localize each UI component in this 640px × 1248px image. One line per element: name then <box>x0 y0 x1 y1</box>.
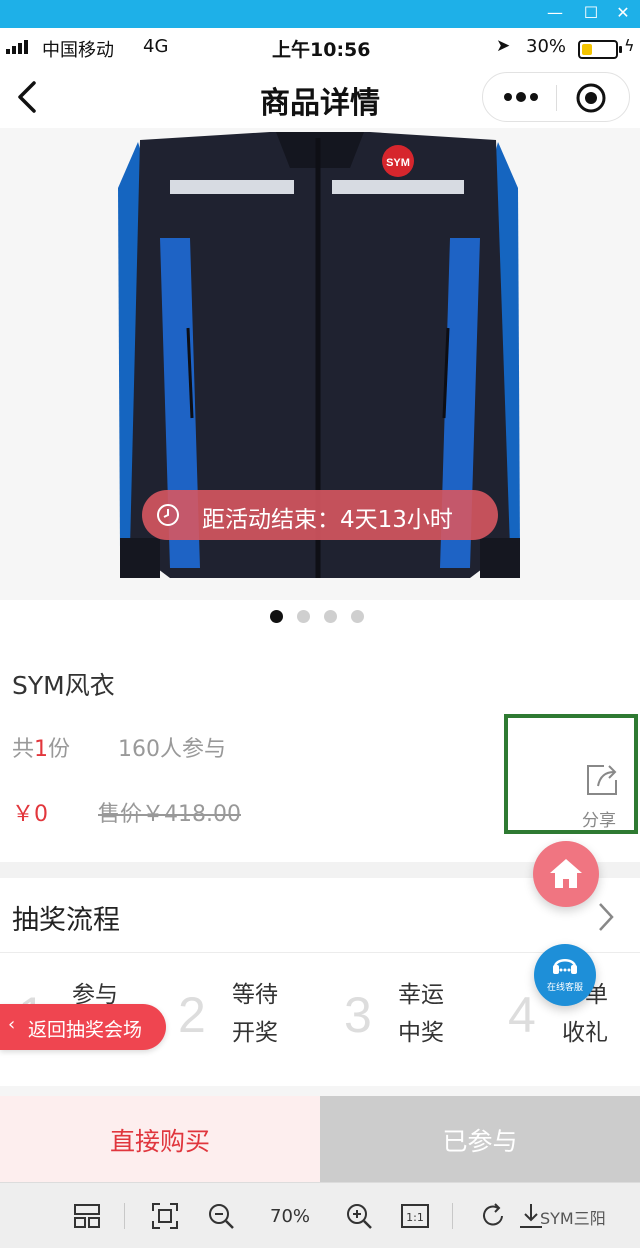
carousel-dot[interactable] <box>351 610 364 623</box>
buy-now-label: 直接购买 <box>109 1127 210 1156</box>
step-line-2: 开奖 <box>232 1020 278 1046</box>
step-line-1: 等待 <box>232 982 278 1008</box>
carrier-name: 中国移动 <box>42 40 114 61</box>
battery-percent: 30% <box>526 36 567 57</box>
back-to-venue-label: 返回抽奖会场 <box>28 1019 143 1041</box>
actual-size-icon[interactable]: 1:1 <box>400 1201 430 1231</box>
clock-icon <box>157 504 179 526</box>
product-image-carousel[interactable]: SYM 距活动结束：4天13小时 <box>0 128 640 600</box>
step-line-2: 收礼 <box>562 1020 608 1046</box>
close-icon[interactable]: ✕ <box>612 2 634 24</box>
chevron-left-icon: ‹ <box>8 1014 16 1035</box>
battery-level <box>582 44 592 55</box>
status-time: 上午10:56 <box>272 39 371 61</box>
zoom-in-icon[interactable] <box>344 1201 374 1231</box>
product-name: SYM风衣 <box>12 671 115 700</box>
current-price: ￥0 <box>12 802 48 827</box>
carousel-dots <box>270 610 364 623</box>
quantity-info: 共1份 <box>12 737 71 762</box>
thumbnails-icon[interactable] <box>72 1201 102 1231</box>
participant-count: 160人参与 <box>118 737 226 762</box>
network-type: 4G <box>143 36 169 57</box>
joined-button[interactable]: 已参与 <box>320 1096 640 1182</box>
buy-now-button[interactable]: 直接购买 <box>0 1096 320 1182</box>
back-to-venue-button[interactable]: ‹ 返回抽奖会场 <box>0 1004 166 1050</box>
online-service-button[interactable]: 在线客服 <box>534 944 596 1006</box>
step-line-1: 幸运 <box>398 982 444 1008</box>
home-button[interactable] <box>533 841 599 907</box>
step-number: 4 <box>508 987 536 1043</box>
lottery-process-title[interactable]: 抽奖流程 <box>12 898 120 937</box>
svg-text:SYM: SYM <box>386 157 410 169</box>
zoom-out-icon[interactable] <box>206 1201 236 1231</box>
countdown-banner: 距活动结束：4天13小时 <box>142 490 498 540</box>
zoom-level: 70% <box>270 1206 311 1227</box>
minimize-icon[interactable]: — <box>544 2 566 24</box>
service-label: 在线客服 <box>546 983 583 993</box>
chevron-right-icon[interactable] <box>596 900 616 934</box>
carousel-dot[interactable] <box>324 610 337 623</box>
step-number: 2 <box>178 987 206 1043</box>
carousel-dot[interactable] <box>297 610 310 623</box>
step-number: 3 <box>344 987 372 1043</box>
share-icon[interactable] <box>582 760 622 800</box>
more-icon[interactable] <box>501 86 541 108</box>
rotate-icon[interactable] <box>478 1201 508 1231</box>
section-divider <box>0 1086 640 1096</box>
headset-icon <box>553 959 577 974</box>
location-icon: ➤ <box>496 36 511 56</box>
watermark: SYM三阳 <box>540 1209 606 1228</box>
battery-icon <box>578 40 622 59</box>
carousel-dot[interactable] <box>270 610 283 623</box>
lottery-step-2: 2 等待开奖 <box>178 976 318 1056</box>
step-line-2: 中奖 <box>398 1020 444 1046</box>
countdown-text: 距活动结束：4天13小时 <box>202 507 453 533</box>
maximize-icon[interactable]: ☐ <box>580 2 602 24</box>
svg-text:1:1: 1:1 <box>406 1211 424 1224</box>
window-title-strip: — ☐ ✕ <box>0 0 640 28</box>
signal-icon <box>6 38 28 54</box>
lottery-step-3: 3 幸运中奖 <box>344 976 484 1056</box>
fit-screen-icon[interactable] <box>150 1201 180 1231</box>
status-bar: 中国移动 4G 上午10:56 ➤ 30% ϟ <box>0 28 640 66</box>
home-icon <box>550 859 582 888</box>
original-price: 售价￥418.00 <box>98 802 241 827</box>
share-label[interactable]: 分享 <box>582 806 616 831</box>
miniprogram-capsule <box>482 72 630 122</box>
share-highlight-frame: 分享 <box>504 714 638 834</box>
nav-bar: 商品详情 <box>0 66 640 128</box>
charging-icon: ϟ <box>624 36 635 55</box>
close-miniprogram-icon[interactable] <box>575 82 607 114</box>
image-viewer-toolbar: 70% 1:1 SYM三阳 <box>0 1182 640 1248</box>
joined-label: 已参与 <box>442 1127 518 1156</box>
